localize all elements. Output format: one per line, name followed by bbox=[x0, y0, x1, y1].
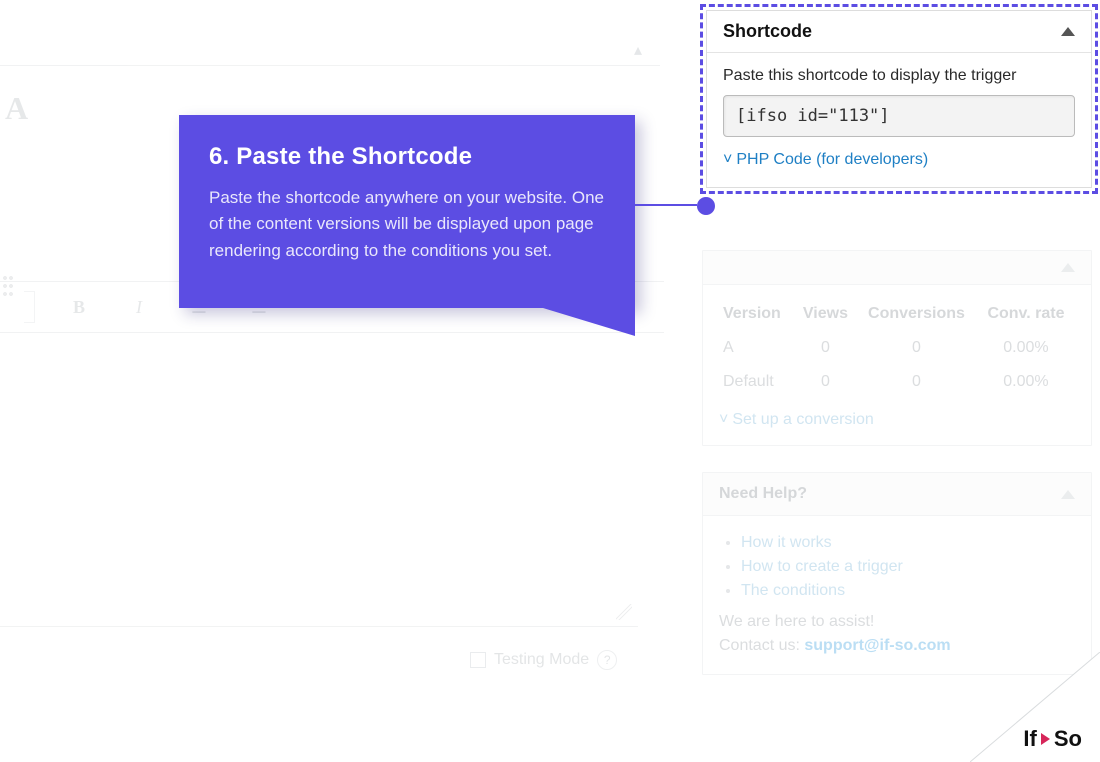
cell-views: 0 bbox=[795, 331, 856, 365]
help-panel: Need Help? How it works How to create a … bbox=[702, 472, 1092, 675]
cell-conv: 0 bbox=[856, 331, 977, 365]
shortcode-instruction: Paste this shortcode to display the trig… bbox=[723, 67, 1075, 85]
setup-conversion-link[interactable]: ˅Set up a conversion bbox=[719, 411, 1075, 429]
help-link-how-it-works[interactable]: How it works bbox=[741, 534, 832, 551]
col-version: Version bbox=[719, 297, 795, 331]
shortcode-title: Shortcode bbox=[723, 21, 812, 42]
col-views: Views bbox=[795, 297, 856, 331]
callout-connector-dot bbox=[697, 197, 715, 215]
collapse-caret-icon[interactable]: ▴ bbox=[634, 40, 642, 60]
stats-panel: Version Views Conversions Conv. rate A 0… bbox=[702, 250, 1092, 446]
chevron-down-icon: ˅ bbox=[723, 151, 732, 169]
testing-mode-row: Testing Mode ? bbox=[470, 650, 617, 670]
resize-handle-icon[interactable] bbox=[616, 604, 632, 620]
format-select[interactable] bbox=[24, 291, 35, 323]
caret-up-icon bbox=[1061, 27, 1075, 36]
help-panel-header[interactable]: Need Help? bbox=[703, 473, 1091, 516]
shortcode-panel: Shortcode Paste this shortcode to displa… bbox=[706, 10, 1092, 188]
callout-connector-line bbox=[635, 204, 697, 206]
ifso-logo: IfSo bbox=[1023, 726, 1082, 752]
caret-up-icon bbox=[1061, 263, 1075, 272]
testing-mode-checkbox[interactable] bbox=[470, 652, 486, 668]
col-rate: Conv. rate bbox=[977, 297, 1075, 331]
version-label: A bbox=[5, 90, 28, 127]
support-email-link[interactable]: support@if-so.com bbox=[804, 637, 950, 654]
callout-title: 6. Paste the Shortcode bbox=[209, 143, 605, 171]
help-links-list: How it works How to create a trigger The… bbox=[719, 534, 1075, 600]
assist-text: We are here to assist! Contact us: suppo… bbox=[719, 610, 1075, 658]
table-row: A 0 0 0.00% bbox=[719, 331, 1075, 365]
bold-button[interactable]: B bbox=[63, 291, 95, 323]
chevron-down-icon: ˅ bbox=[719, 411, 728, 428]
callout-body: Paste the shortcode anywhere on your web… bbox=[209, 185, 605, 264]
help-title: Need Help? bbox=[719, 485, 807, 503]
help-icon[interactable]: ? bbox=[597, 650, 617, 670]
cell-conv: 0 bbox=[856, 365, 977, 399]
cell-rate: 0.00% bbox=[977, 331, 1075, 365]
col-conversions: Conversions bbox=[856, 297, 977, 331]
tutorial-callout: 6. Paste the Shortcode Paste the shortco… bbox=[179, 115, 635, 308]
stats-panel-header[interactable] bbox=[703, 251, 1091, 285]
shortcode-panel-highlight: Shortcode Paste this shortcode to displa… bbox=[700, 4, 1098, 194]
editor-topbar: ▴ bbox=[0, 0, 660, 66]
italic-button[interactable]: I bbox=[123, 291, 155, 323]
play-icon bbox=[1041, 733, 1050, 745]
help-link-conditions[interactable]: The conditions bbox=[741, 582, 845, 599]
testing-mode-label: Testing Mode bbox=[494, 651, 589, 669]
cell-views: 0 bbox=[795, 365, 856, 399]
editor-body[interactable] bbox=[0, 331, 638, 627]
shortcode-code-field[interactable]: [ifso id="113"] bbox=[723, 95, 1075, 137]
cell-version: Default bbox=[719, 365, 795, 399]
shortcode-panel-header[interactable]: Shortcode bbox=[707, 11, 1091, 53]
table-row: Default 0 0 0.00% bbox=[719, 365, 1075, 399]
caret-up-icon bbox=[1061, 490, 1075, 499]
stats-table: Version Views Conversions Conv. rate A 0… bbox=[719, 297, 1075, 399]
cell-rate: 0.00% bbox=[977, 365, 1075, 399]
help-link-create-trigger[interactable]: How to create a trigger bbox=[741, 558, 903, 575]
cell-version: A bbox=[719, 331, 795, 365]
php-code-link[interactable]: ˅PHP Code (for developers) bbox=[723, 151, 1075, 169]
